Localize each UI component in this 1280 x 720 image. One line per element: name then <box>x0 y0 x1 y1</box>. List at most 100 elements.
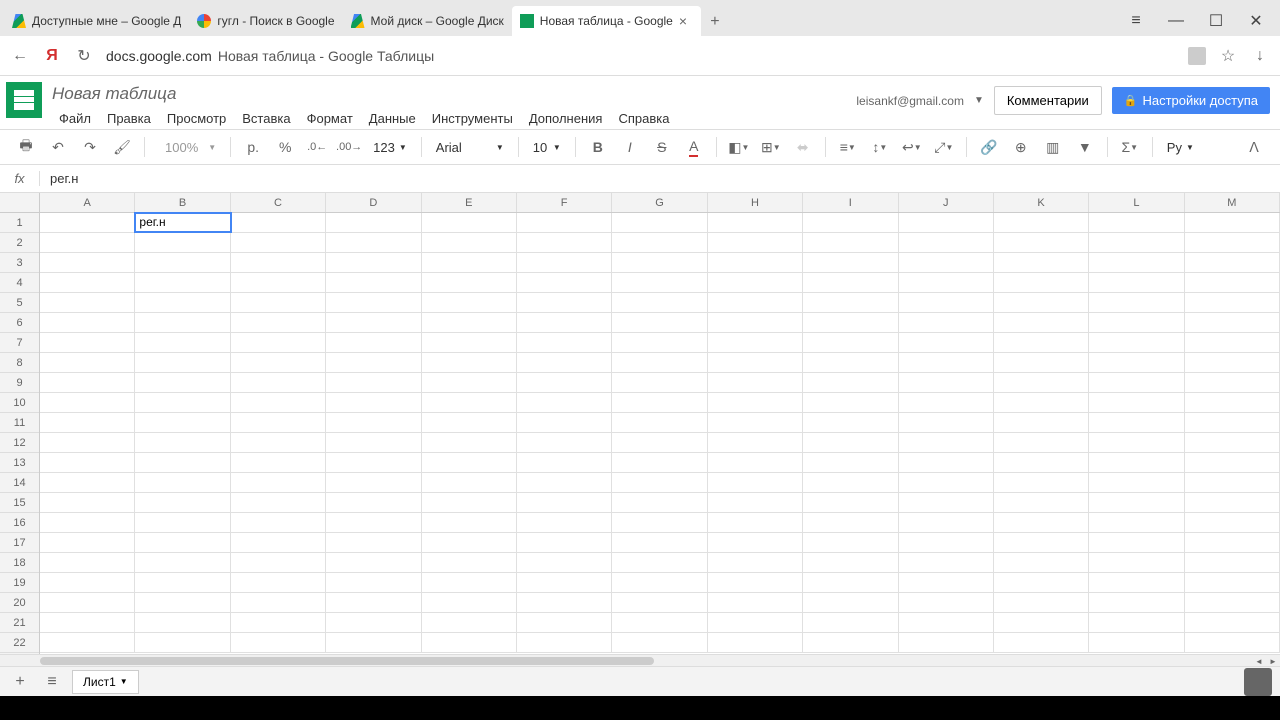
cell[interactable] <box>231 233 326 252</box>
cell[interactable] <box>803 293 898 312</box>
cell[interactable] <box>517 293 612 312</box>
cell[interactable] <box>1089 633 1184 652</box>
input-lang-button[interactable]: Ру▼ <box>1161 140 1200 155</box>
browser-tab-active[interactable]: Новая таблица - Google × <box>512 6 701 36</box>
cell[interactable] <box>612 493 707 512</box>
cell[interactable] <box>40 213 135 232</box>
cell[interactable] <box>1089 513 1184 532</box>
cell[interactable] <box>135 233 230 252</box>
cell[interactable] <box>231 273 326 292</box>
cell[interactable] <box>135 513 230 532</box>
cell[interactable] <box>899 233 994 252</box>
cell[interactable] <box>899 593 994 612</box>
cell[interactable] <box>422 213 517 232</box>
cell[interactable] <box>708 293 803 312</box>
cell[interactable] <box>994 253 1089 272</box>
cell[interactable] <box>517 213 612 232</box>
column-header[interactable]: C <box>231 193 326 212</box>
cell[interactable] <box>899 353 994 372</box>
menu-data[interactable]: Данные <box>362 108 423 129</box>
cell[interactable] <box>40 233 135 252</box>
cell[interactable] <box>422 433 517 452</box>
filter-button[interactable]: ▼ <box>1071 133 1099 161</box>
bold-button[interactable]: B <box>584 133 612 161</box>
cell[interactable] <box>899 333 994 352</box>
sheets-app-icon[interactable] <box>6 82 42 118</box>
decrease-decimal-button[interactable]: .0← <box>303 133 331 161</box>
cell[interactable] <box>708 273 803 292</box>
cell[interactable] <box>994 333 1089 352</box>
cell[interactable] <box>1185 613 1280 632</box>
cell[interactable] <box>1089 593 1184 612</box>
row-header[interactable]: 15 <box>0 493 39 513</box>
column-header[interactable]: B <box>135 193 230 212</box>
cell[interactable] <box>517 253 612 272</box>
browser-tab[interactable]: Доступные мне – Google Д <box>4 6 189 36</box>
column-header[interactable]: E <box>422 193 517 212</box>
menu-help[interactable]: Справка <box>611 108 676 129</box>
cell[interactable] <box>803 333 898 352</box>
cell[interactable] <box>899 633 994 652</box>
cell[interactable] <box>135 353 230 372</box>
cell[interactable] <box>40 353 135 372</box>
cell[interactable] <box>994 593 1089 612</box>
browser-tab[interactable]: Мой диск – Google Диск <box>343 6 512 36</box>
cell[interactable] <box>612 413 707 432</box>
column-header[interactable]: F <box>517 193 612 212</box>
cell[interactable] <box>422 353 517 372</box>
cell[interactable] <box>803 593 898 612</box>
strikethrough-button[interactable]: S <box>648 133 676 161</box>
column-header[interactable]: A <box>40 193 135 212</box>
cell[interactable] <box>994 473 1089 492</box>
cell[interactable] <box>612 533 707 552</box>
cell[interactable] <box>326 293 421 312</box>
cell[interactable] <box>40 553 135 572</box>
cell[interactable] <box>1185 553 1280 572</box>
cell[interactable] <box>899 253 994 272</box>
cell[interactable] <box>517 333 612 352</box>
wrap-button[interactable]: ↩▼ <box>898 133 926 161</box>
cell[interactable] <box>231 533 326 552</box>
cell[interactable] <box>517 513 612 532</box>
cell[interactable] <box>40 593 135 612</box>
cell[interactable] <box>708 593 803 612</box>
cell[interactable] <box>422 593 517 612</box>
cell[interactable] <box>326 553 421 572</box>
select-all-corner[interactable] <box>0 193 39 213</box>
cell[interactable] <box>517 613 612 632</box>
cell[interactable] <box>326 273 421 292</box>
cell[interactable] <box>1185 313 1280 332</box>
cell[interactable] <box>1089 333 1184 352</box>
print-button[interactable]: 🖶 <box>12 133 40 161</box>
column-header[interactable]: D <box>326 193 421 212</box>
cell[interactable] <box>994 273 1089 292</box>
cell[interactable] <box>899 473 994 492</box>
cell[interactable] <box>1089 373 1184 392</box>
cell[interactable] <box>135 273 230 292</box>
cell[interactable] <box>326 253 421 272</box>
cell[interactable] <box>326 313 421 332</box>
cell[interactable] <box>803 313 898 332</box>
cell[interactable] <box>1089 233 1184 252</box>
cell[interactable] <box>231 593 326 612</box>
row-header[interactable]: 10 <box>0 393 39 413</box>
cell[interactable] <box>135 253 230 272</box>
cell[interactable] <box>422 513 517 532</box>
cell[interactable] <box>612 513 707 532</box>
cell[interactable] <box>612 393 707 412</box>
cell[interactable] <box>899 613 994 632</box>
cell[interactable] <box>40 493 135 512</box>
cell[interactable] <box>422 533 517 552</box>
cell[interactable] <box>231 373 326 392</box>
add-sheet-button[interactable]: + <box>8 670 32 694</box>
cell[interactable] <box>1185 493 1280 512</box>
row-header[interactable]: 21 <box>0 613 39 633</box>
cell[interactable] <box>1089 253 1184 272</box>
cell[interactable] <box>1089 213 1184 232</box>
column-header[interactable]: I <box>803 193 898 212</box>
cell[interactable] <box>135 293 230 312</box>
cell[interactable] <box>1185 353 1280 372</box>
cell[interactable] <box>231 513 326 532</box>
font-size-select[interactable]: 10▼ <box>527 140 567 155</box>
cell[interactable] <box>40 333 135 352</box>
